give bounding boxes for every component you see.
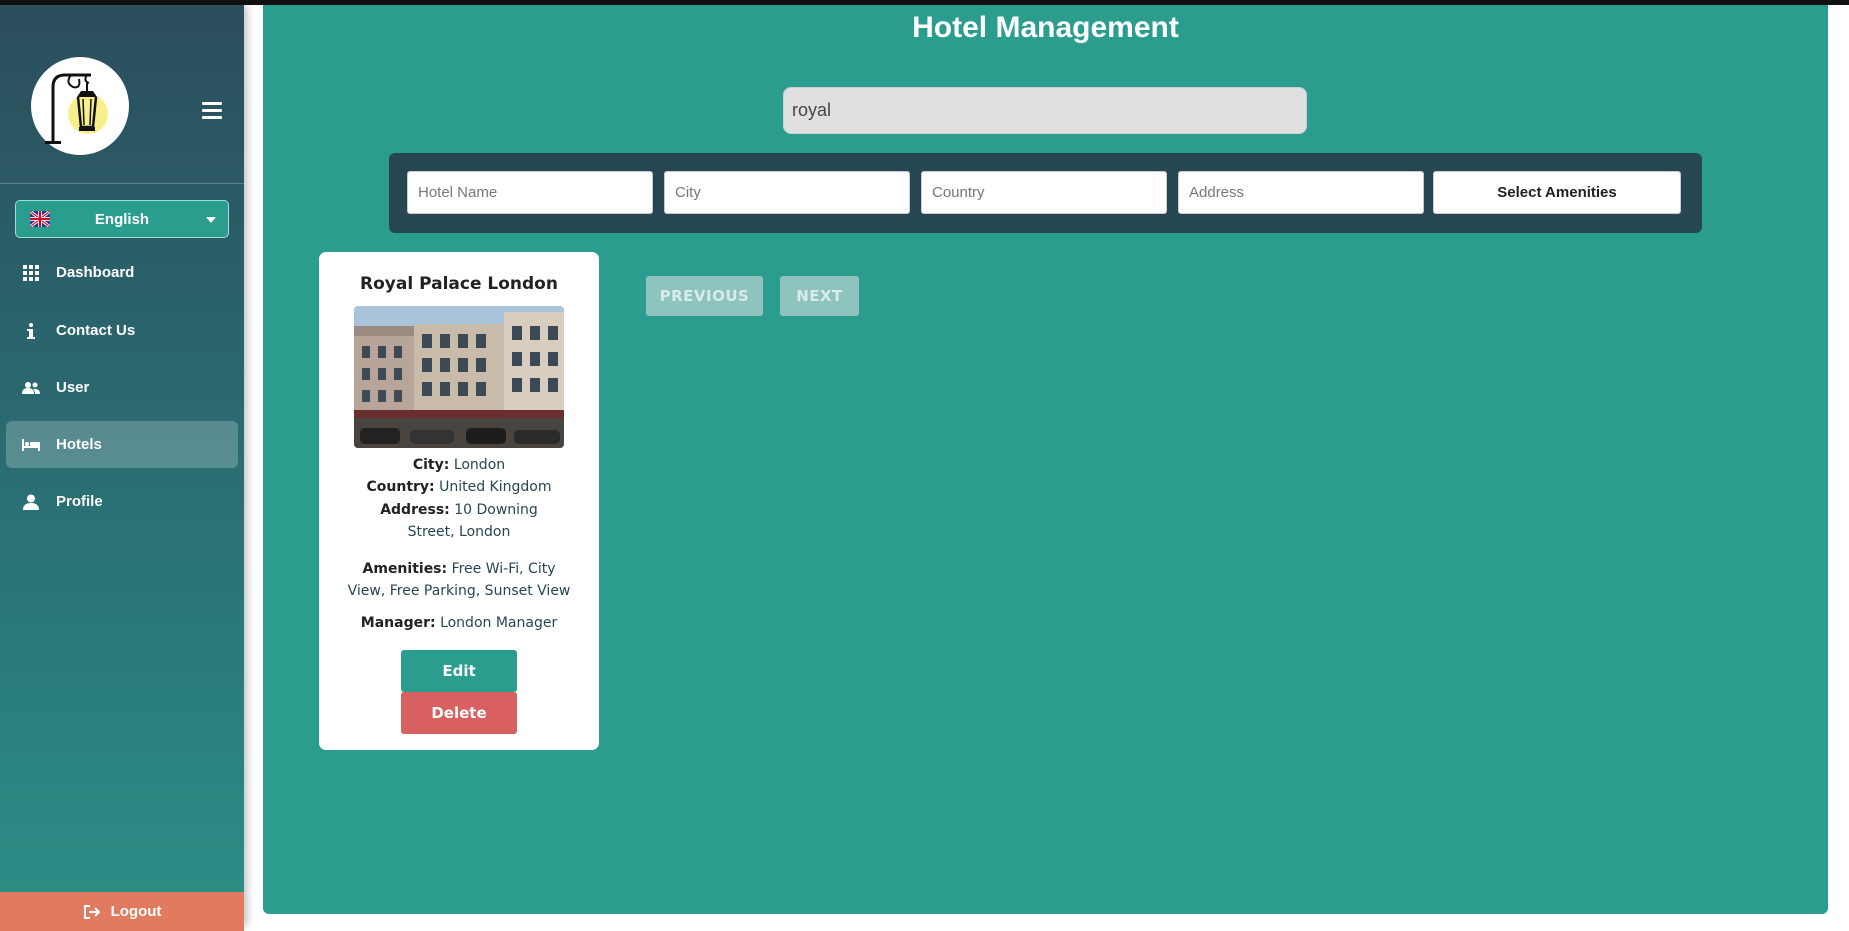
right-gutter <box>1828 5 1849 926</box>
sidebar-item-label: Profile <box>56 493 103 510</box>
language-select[interactable]: English <box>15 200 229 238</box>
country-value: United Kingdom <box>439 479 552 495</box>
hotel-manager: Manager: London Manager <box>339 612 579 634</box>
sidebar-item-dashboard[interactable]: Dashboard <box>6 249 238 296</box>
hotel-address: Address: 10 Downing Street, London <box>359 499 559 543</box>
city-value: London <box>453 457 506 473</box>
info-icon <box>22 322 40 340</box>
delete-button[interactable]: Delete <box>401 692 517 734</box>
sidebar-item-label: Contact Us <box>56 322 136 339</box>
grid-icon <box>22 264 40 282</box>
sidebar-divider <box>0 183 244 184</box>
app-logo <box>31 57 129 155</box>
sidebar-item-label: Dashboard <box>56 264 135 281</box>
logout-icon <box>83 904 101 919</box>
hotel-amenities: Amenities: Free Wi-Fi, City View, Free P… <box>344 558 574 602</box>
previous-button[interactable]: PREVIOUS <box>646 276 763 316</box>
city-label: City: <box>412 457 450 473</box>
logout-label: Logout <box>110 903 162 920</box>
chevron-down-icon <box>206 217 216 223</box>
page-title: Hotel Management <box>912 11 1179 44</box>
sidebar-item-contact-us[interactable]: Contact Us <box>6 307 238 354</box>
next-button[interactable]: NEXT <box>780 276 859 316</box>
sidebar-item-profile[interactable]: Profile <box>6 478 238 525</box>
hotel-city: City: London <box>339 454 579 476</box>
edit-button[interactable]: Edit <box>401 650 517 692</box>
main-content: Hotel Management Select Amenities Royal … <box>263 5 1828 914</box>
sidebar-item-hotels[interactable]: Hotels <box>6 421 238 468</box>
sidebar-item-label: Hotels <box>56 436 102 453</box>
sidebar: English Dashboard Contact Us User Hotels… <box>0 5 244 931</box>
search-input[interactable] <box>783 87 1307 134</box>
hotel-card: Royal Palace London City: London Country… <box>319 252 599 750</box>
lantern-icon <box>45 73 108 144</box>
hotel-country: Country: United Kingdom <box>339 476 579 498</box>
amenities-label: Amenities: <box>362 561 448 577</box>
manager-value: London Manager <box>440 615 558 631</box>
bed-icon <box>22 436 40 454</box>
city-field[interactable] <box>664 171 910 214</box>
logout-button[interactable]: Logout <box>0 892 244 931</box>
sidebar-item-label: User <box>56 379 90 396</box>
hotel-name: Royal Palace London <box>360 274 558 294</box>
address-field[interactable] <box>1178 171 1424 214</box>
menu-toggle-icon[interactable] <box>202 102 222 120</box>
users-icon <box>22 379 40 397</box>
uk-flag-icon <box>30 211 50 227</box>
address-label: Address: <box>380 502 450 518</box>
hotel-image <box>354 306 564 448</box>
select-amenities-button[interactable]: Select Amenities <box>1433 171 1681 214</box>
hotel-name-field[interactable] <box>407 171 653 214</box>
person-icon <box>22 493 40 511</box>
country-label: Country: <box>366 479 435 495</box>
manager-label: Manager: <box>360 615 436 631</box>
sidebar-item-user[interactable]: User <box>6 364 238 411</box>
country-field[interactable] <box>921 171 1167 214</box>
filter-bar: Select Amenities <box>389 153 1702 233</box>
